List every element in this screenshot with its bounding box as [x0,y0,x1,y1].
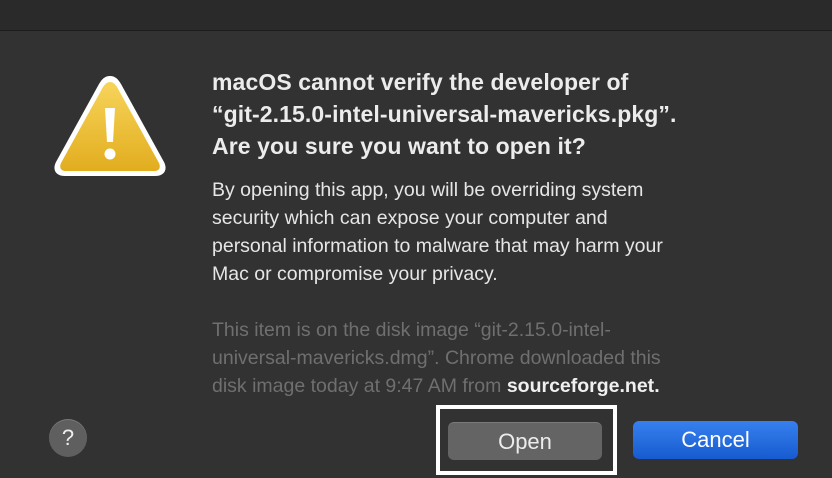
message-line: personal information to malware that may… [212,235,663,257]
message-line: Mac or compromise your privacy. [212,263,498,285]
info-line: This item is on the disk image “git-2.15… [212,319,611,341]
security-warning-dialog: macOS cannot verify the developer of “gi… [0,0,832,478]
info-line: disk image today at 9:47 AM from sourcef… [212,372,812,400]
warning-triangle-icon [54,76,166,176]
cancel-button[interactable]: Cancel [633,421,798,459]
info-line-text: disk image today at 9:47 AM from [212,375,507,397]
download-source: sourceforge.net [506,375,655,397]
title-line: “git-2.15.0-intel-universal-mavericks.pk… [212,101,677,127]
dialog-title: macOS cannot verify the developer of “gi… [212,66,812,162]
window-top-edge [0,0,832,31]
open-button[interactable]: Open [448,422,602,460]
info-line: universal-mavericks.dmg”. Chrome downloa… [212,347,661,369]
message-line: security which can expose your computer … [212,207,608,229]
download-info: This item is on the disk image “git-2.15… [212,316,812,400]
help-button[interactable]: ? [49,419,87,457]
dialog-message: By opening this app, you will be overrid… [212,176,812,288]
info-suffix: . [654,375,660,397]
title-line: Are you sure you want to open it? [212,133,586,159]
message-line: By opening this app, you will be overrid… [212,179,644,201]
title-line: macOS cannot verify the developer of [212,69,629,95]
